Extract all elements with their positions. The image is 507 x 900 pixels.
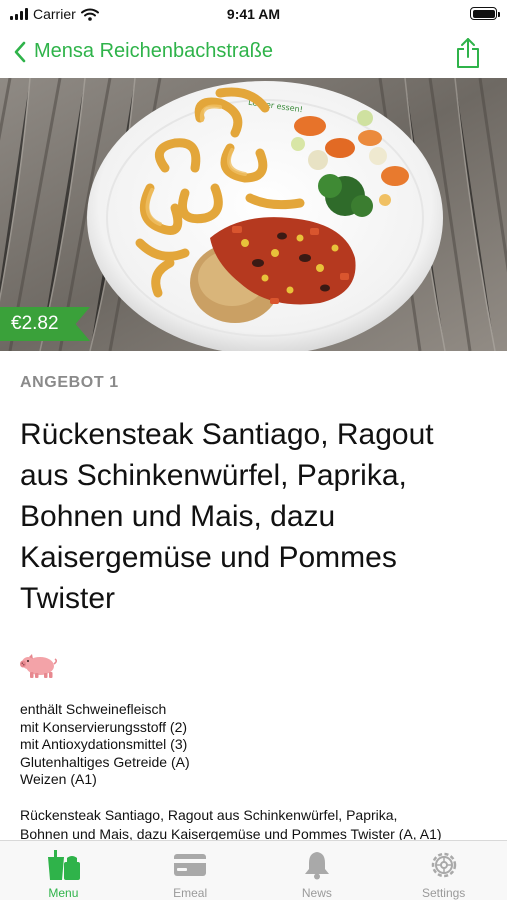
description-line: Rückensteak Santiago, Ragout aus Schinke… xyxy=(20,807,398,823)
offer-label: ANGEBOT 1 xyxy=(20,374,119,391)
tab-bar: Menu Emeal News Settings xyxy=(0,840,507,900)
list-item: enthält Schweinefleisch xyxy=(20,701,167,717)
dish-title: Rückensteak Santiago, Ragout aus Schinke… xyxy=(20,414,490,619)
dish-title-line: Bohnen und Mais, dazu xyxy=(20,500,336,533)
dish-description: Rückensteak Santiago, Ragout aus Schinke… xyxy=(20,806,490,840)
share-icon xyxy=(457,38,479,68)
status-time: 9:41 AM xyxy=(226,6,281,22)
list-item: Weizen (A1) xyxy=(20,771,97,787)
share-button[interactable] xyxy=(455,37,481,74)
chevron-left-icon xyxy=(14,41,26,62)
card-icon xyxy=(174,854,207,876)
bell-icon xyxy=(304,852,329,880)
tab-settings[interactable]: Settings xyxy=(380,841,507,900)
nav-bar: Mensa Reichenbachstraße xyxy=(0,28,507,78)
list-item: mit Antioxydationsmittel (3) xyxy=(20,736,188,752)
tab-label: Settings xyxy=(421,886,466,900)
list-item: Glutenhaltiges Getreide (A) xyxy=(20,753,190,770)
dish-title-line: Twister xyxy=(20,582,116,615)
list-item: mit Konservierungsstoff (2) xyxy=(20,718,188,735)
description-line: Bohnen und Mais, dazu Kaisergemüse und P… xyxy=(20,826,442,840)
tab-menu[interactable]: Menu xyxy=(0,841,127,900)
nav-title: Mensa Reichenbachstraße xyxy=(34,40,274,62)
price-label: €2.82 xyxy=(11,313,59,334)
battery-icon xyxy=(470,7,500,20)
status-bar: Carrier 9:41 AM xyxy=(0,0,507,28)
dish-title-line: aus Schinkenwürfel, Paprika, xyxy=(20,459,407,492)
tab-label: Menu xyxy=(48,886,79,900)
menu-icon xyxy=(48,850,81,880)
gear-icon xyxy=(431,852,456,878)
price-badge: €2.82 xyxy=(0,307,90,341)
pig-icon xyxy=(20,651,58,684)
tab-label: News xyxy=(301,886,332,900)
tab-emeal[interactable]: Emeal xyxy=(127,841,254,900)
back-button[interactable]: Mensa Reichenbachstraße xyxy=(14,40,273,63)
tab-news[interactable]: News xyxy=(254,841,381,900)
allergen-info-list: enthält Schweinefleisch mit Konservierun… xyxy=(20,701,190,789)
tab-label: Emeal xyxy=(173,886,208,900)
dish-title-line: Rückensteak Santiago, Ragout xyxy=(20,418,434,451)
dish-title-line: Kaisergemüse und Pommes xyxy=(20,541,397,574)
